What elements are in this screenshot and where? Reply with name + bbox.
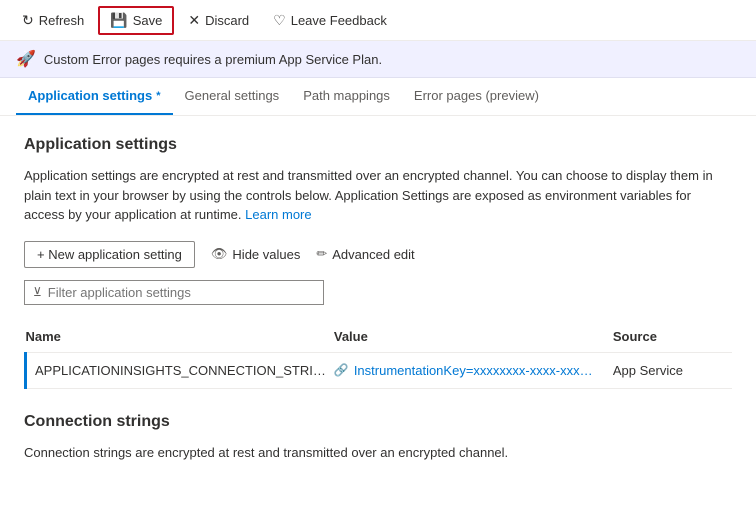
table-header-row: Name Value Source (26, 321, 733, 353)
refresh-button[interactable]: ↻ Refresh (12, 8, 94, 33)
discard-icon: ✕ (188, 12, 200, 29)
tabs-bar: Application settings * General settings … (0, 78, 756, 116)
tab-general-settings[interactable]: General settings (173, 78, 292, 115)
edit-icon: ✏ (316, 246, 327, 262)
tab-asterisk: * (156, 90, 160, 102)
filter-input[interactable] (48, 285, 315, 300)
save-icon: 💾 (110, 12, 127, 29)
tab-error-pages[interactable]: Error pages (preview) (402, 78, 551, 115)
save-button[interactable]: 💾 Save (98, 6, 174, 35)
connection-strings-title: Connection strings (24, 413, 732, 431)
banner: 🚀 Custom Error pages requires a premium … (0, 41, 756, 78)
col-header-name: Name (26, 321, 334, 353)
cell-source: App Service (613, 352, 732, 388)
filter-row: ⊻ (24, 280, 732, 305)
cell-name: APPLICATIONINSIGHTS_CONNECTION_STRI… (26, 352, 334, 388)
rocket-icon: 🚀 (16, 49, 36, 69)
col-header-value: Value (334, 321, 613, 353)
tab-path-mappings[interactable]: Path mappings (291, 78, 402, 115)
refresh-icon: ↻ (22, 12, 34, 29)
filter-icon: ⊻ (33, 285, 42, 299)
section-title: Application settings (24, 136, 732, 154)
tab-application-settings[interactable]: Application settings * (16, 78, 173, 115)
advanced-edit-button[interactable]: ✏ Advanced edit (316, 241, 414, 267)
leave-feedback-button[interactable]: ♡ Leave Feedback (263, 8, 397, 33)
connection-strings-section: Connection strings Connection strings ar… (24, 413, 732, 463)
table-row[interactable]: APPLICATIONINSIGHTS_CONNECTION_STRI… 🔗 I… (26, 352, 733, 388)
link-icon: 🔗 (334, 363, 349, 377)
main-content: Application settings Application setting… (0, 116, 756, 482)
filter-input-wrapper: ⊻ (24, 280, 324, 305)
col-header-source: Source (613, 321, 732, 353)
cell-value: 🔗 InstrumentationKey=xxxxxxxx-xxxx-xxx… (334, 352, 613, 388)
hide-values-button[interactable]: 👁 Hide values (211, 241, 300, 267)
banner-text: Custom Error pages requires a premium Ap… (44, 52, 382, 67)
learn-more-link[interactable]: Learn more (245, 207, 311, 222)
connection-strings-description: Connection strings are encrypted at rest… (24, 443, 732, 463)
description-text: Application settings are encrypted at re… (24, 166, 724, 225)
eye-icon: 👁 (211, 246, 228, 262)
settings-table: Name Value Source APPLICATIONINSIGHTS_CO… (24, 321, 732, 389)
toolbar: ↻ Refresh 💾 Save ✕ Discard ♡ Leave Feedb… (0, 0, 756, 41)
discard-button[interactable]: ✕ Discard (178, 8, 259, 33)
feedback-icon: ♡ (273, 12, 286, 29)
new-application-setting-button[interactable]: + New application setting (24, 241, 195, 268)
action-row: + New application setting 👁 Hide values … (24, 241, 732, 268)
